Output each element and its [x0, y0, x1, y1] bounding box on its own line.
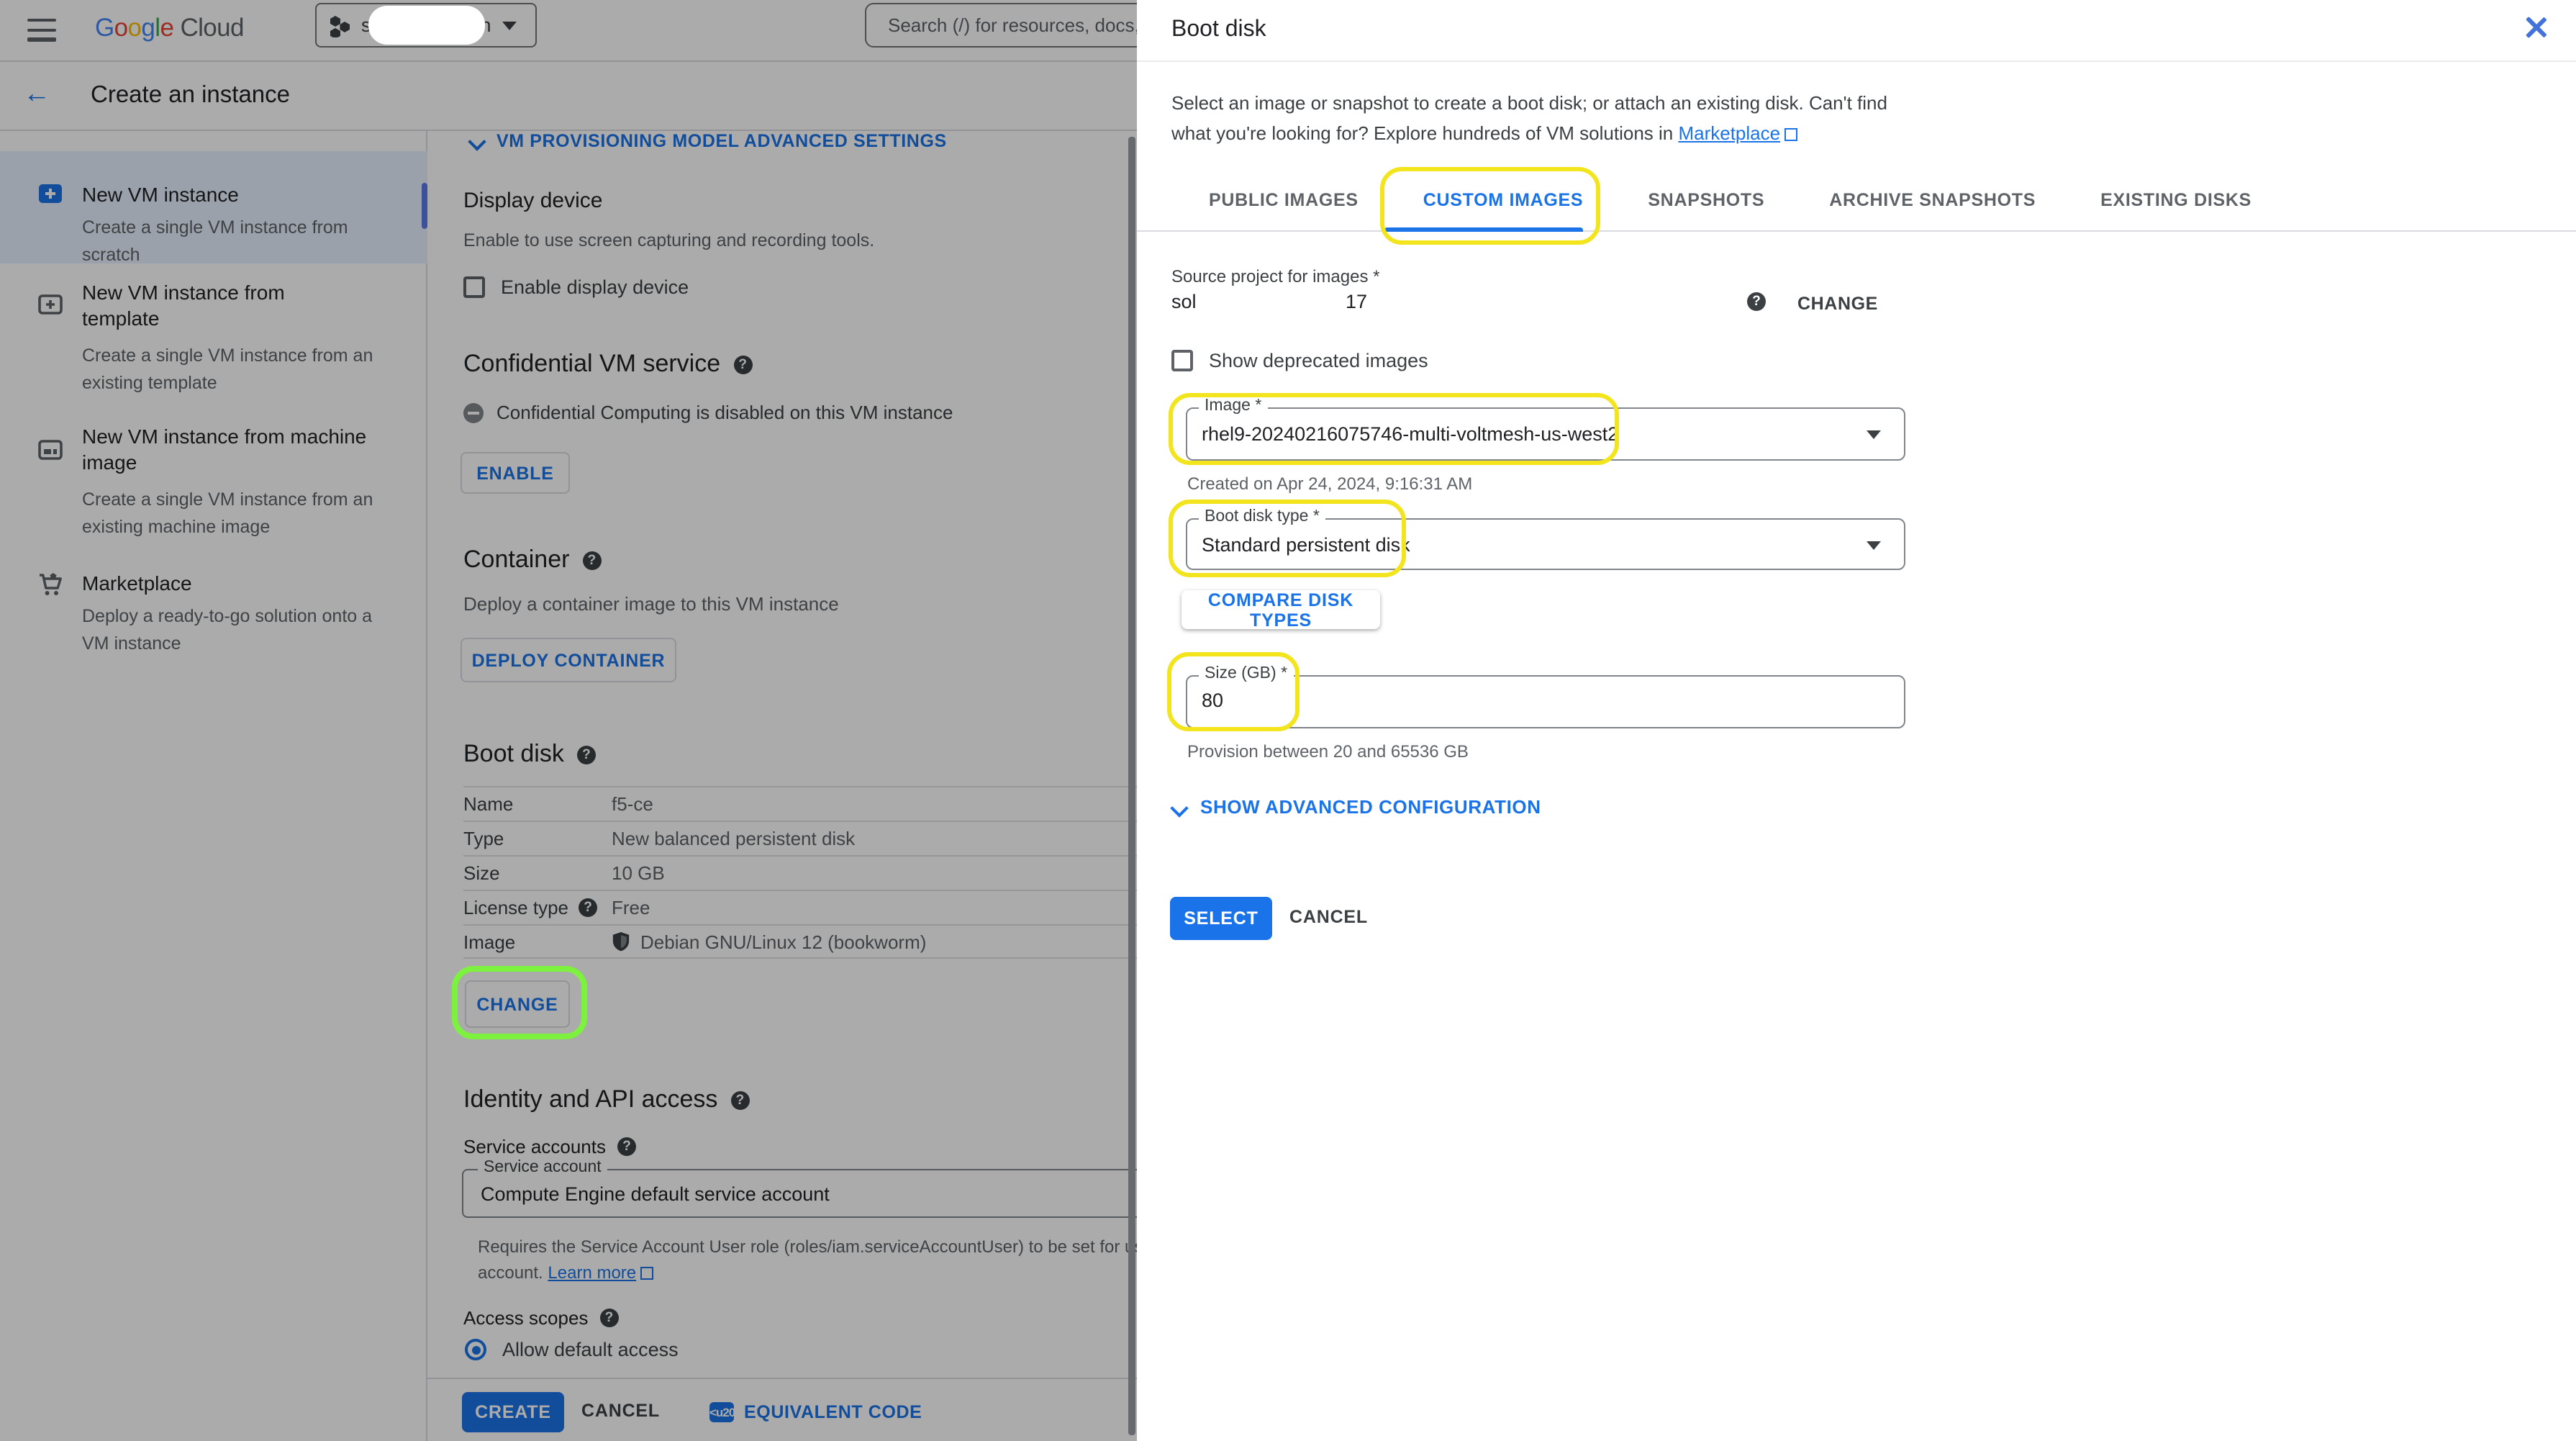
- panel-desc-line2: what you're looking for? Explore hundred…: [1171, 122, 1797, 144]
- show-deprecated-row[interactable]: Show deprecated images: [1171, 350, 1428, 371]
- panel-cancel-button[interactable]: CANCEL: [1289, 907, 1368, 927]
- close-icon[interactable]: [2523, 14, 2549, 40]
- source-project-value-prefix: sol: [1171, 291, 1197, 312]
- select-button[interactable]: SELECT: [1170, 897, 1272, 940]
- tab-public-images[interactable]: PUBLIC IMAGES: [1209, 190, 1359, 210]
- compare-disk-types-button[interactable]: COMPARE DISK TYPES: [1182, 590, 1380, 629]
- checkbox-label: Show deprecated images: [1209, 350, 1428, 371]
- image-helper: Created on Apr 24, 2024, 9:16:31 AM: [1187, 474, 1472, 494]
- boot-disk-type-select[interactable]: Boot disk type * Standard persistent dis…: [1186, 518, 1905, 570]
- size-helper: Provision between 20 and 65536 GB: [1187, 741, 1469, 762]
- image-value: rhel9-20240216075746-multi-voltmesh-us-w…: [1202, 423, 1618, 445]
- tab-archive-snapshots[interactable]: ARCHIVE SNAPSHOTS: [1829, 190, 2036, 210]
- panel-tabs: PUBLIC IMAGES CUSTOM IMAGES SNAPSHOTS AR…: [1137, 170, 2576, 232]
- boot-disk-type-value: Standard persistent disk: [1202, 534, 1410, 556]
- help-icon[interactable]: [1747, 292, 1766, 311]
- source-project-label: Source project for images *: [1171, 266, 1379, 286]
- modal-dim-overlay[interactable]: [0, 0, 1137, 1441]
- screen: Google Cloud s n ← Create an instance: [0, 0, 2576, 1441]
- size-field: Size (GB) *: [1186, 675, 1905, 728]
- field-label: Size (GB) *: [1199, 665, 1293, 682]
- marketplace-link[interactable]: Marketplace: [1678, 122, 1780, 144]
- chevron-down-icon: [1867, 430, 1881, 439]
- image-select[interactable]: Image * rhel9-20240216075746-multi-voltm…: [1186, 407, 1905, 461]
- show-advanced-configuration-toggle[interactable]: SHOW ADVANCED CONFIGURATION: [1173, 796, 1541, 818]
- show-deprecated-checkbox[interactable]: [1171, 350, 1193, 371]
- tab-custom-images[interactable]: CUSTOM IMAGES: [1423, 190, 1584, 210]
- field-label: Image *: [1199, 397, 1267, 415]
- source-project-change-button[interactable]: CHANGE: [1797, 294, 1878, 314]
- panel-header: Boot disk: [1137, 0, 2576, 62]
- chevron-down-icon: [1867, 541, 1881, 550]
- panel-desc-line1: Select an image or snapshot to create a …: [1171, 92, 1887, 114]
- field-label: Boot disk type *: [1199, 508, 1325, 525]
- size-input[interactable]: [1202, 690, 1489, 711]
- redaction-project-name: [368, 6, 485, 45]
- tab-existing-disks[interactable]: EXISTING DISKS: [2100, 190, 2251, 210]
- active-tab-indicator: [1384, 227, 1583, 232]
- external-link-icon: [1784, 128, 1797, 141]
- source-project-value-suffix: 17: [1346, 291, 1367, 312]
- chevron-down-icon: [1173, 800, 1187, 814]
- panel-title: Boot disk: [1171, 17, 1266, 43]
- boot-disk-panel: Boot disk Select an image or snapshot to…: [1137, 0, 2576, 1441]
- show-advanced-label: SHOW ADVANCED CONFIGURATION: [1200, 796, 1541, 818]
- tab-snapshots[interactable]: SNAPSHOTS: [1648, 190, 1764, 210]
